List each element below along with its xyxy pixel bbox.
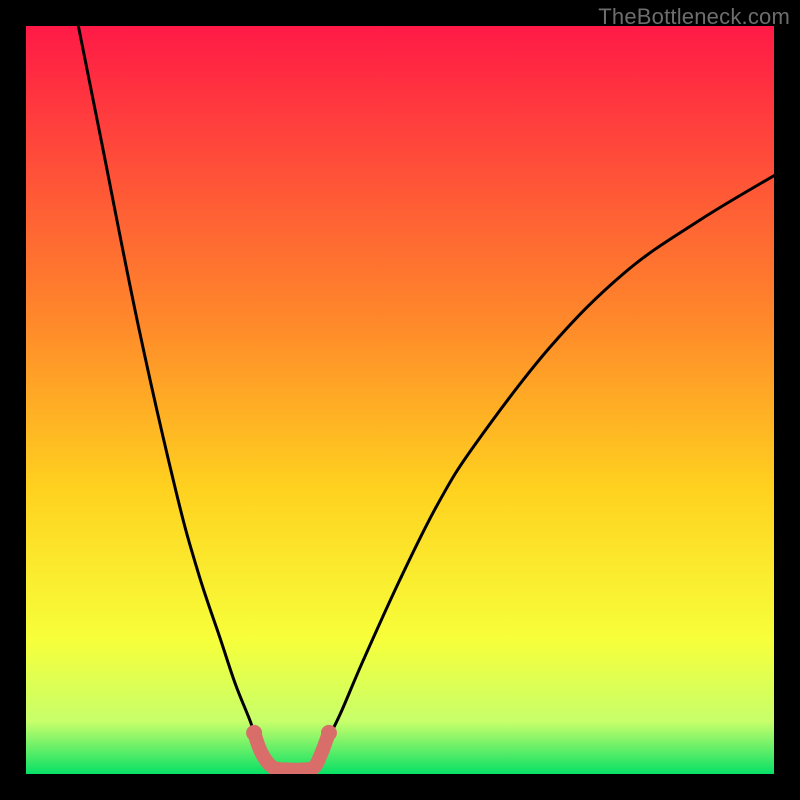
valley-highlight	[254, 733, 329, 770]
right-branch-curve	[318, 176, 774, 759]
accent-point-0	[246, 725, 262, 741]
left-branch-curve	[78, 26, 269, 759]
watermark-label: TheBottleneck.com	[598, 4, 790, 30]
plot-area	[26, 26, 774, 774]
curve-layer	[26, 26, 774, 774]
accent-point-1	[321, 725, 337, 741]
chart-root: TheBottleneck.com	[0, 0, 800, 800]
